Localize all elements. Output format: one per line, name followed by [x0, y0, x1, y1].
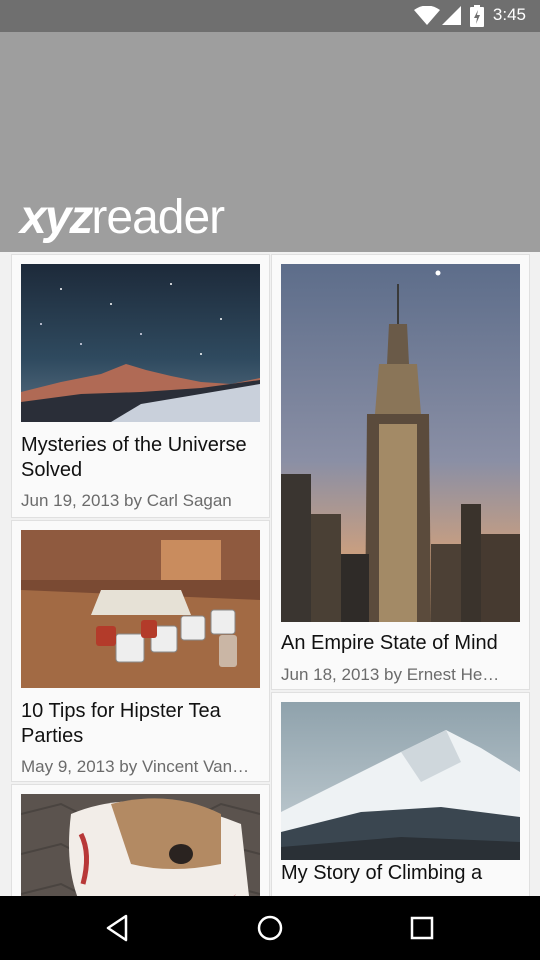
- logo-thin-text: reader: [91, 191, 225, 244]
- logo-bold-text: xyz: [20, 191, 93, 244]
- battery-icon: [470, 5, 484, 27]
- back-button[interactable]: [102, 912, 134, 944]
- navigation-bar: [0, 896, 540, 960]
- article-card[interactable]: An Empire State of Mind Jun 18, 2013 by …: [271, 254, 530, 690]
- article-title[interactable]: An Empire State of Mind: [281, 631, 521, 656]
- article-title[interactable]: 10 Tips for Hipster Tea Parties: [21, 699, 261, 749]
- article-meta: Jun 19, 2013 by Carl Sagan: [21, 491, 232, 510]
- article-thumbnail: [21, 264, 260, 422]
- article-thumbnail: [281, 702, 520, 860]
- article-title[interactable]: My Story of Climbing a: [281, 861, 521, 886]
- clock: 3:45: [492, 5, 526, 24]
- article-title[interactable]: Mysteries of the Universe Solved: [21, 433, 261, 483]
- wifi-icon: [414, 6, 440, 25]
- recents-button[interactable]: [406, 912, 438, 944]
- status-bar: 3:45: [0, 0, 540, 32]
- article-thumbnail: [21, 794, 260, 896]
- article-thumbnail: [281, 264, 520, 622]
- signal-icon: [442, 6, 461, 25]
- app-logo: xyzreader: [20, 188, 225, 248]
- article-grid[interactable]: Mysteries of the Universe Solved Jun 19,…: [0, 252, 540, 896]
- article-card[interactable]: [11, 784, 270, 896]
- article-meta: Jun 18, 2013 by Ernest Hemingway: [281, 665, 513, 684]
- article-card[interactable]: My Story of Climbing a: [271, 692, 530, 896]
- app-bar: xyzreader: [0, 32, 540, 252]
- home-button[interactable]: [254, 912, 286, 944]
- article-meta: May 9, 2013 by Vincent Van Gogh: [21, 757, 253, 776]
- article-card[interactable]: Mysteries of the Universe Solved Jun 19,…: [11, 254, 270, 518]
- article-thumbnail: [21, 530, 260, 688]
- article-card[interactable]: 10 Tips for Hipster Tea Parties May 9, 2…: [11, 520, 270, 782]
